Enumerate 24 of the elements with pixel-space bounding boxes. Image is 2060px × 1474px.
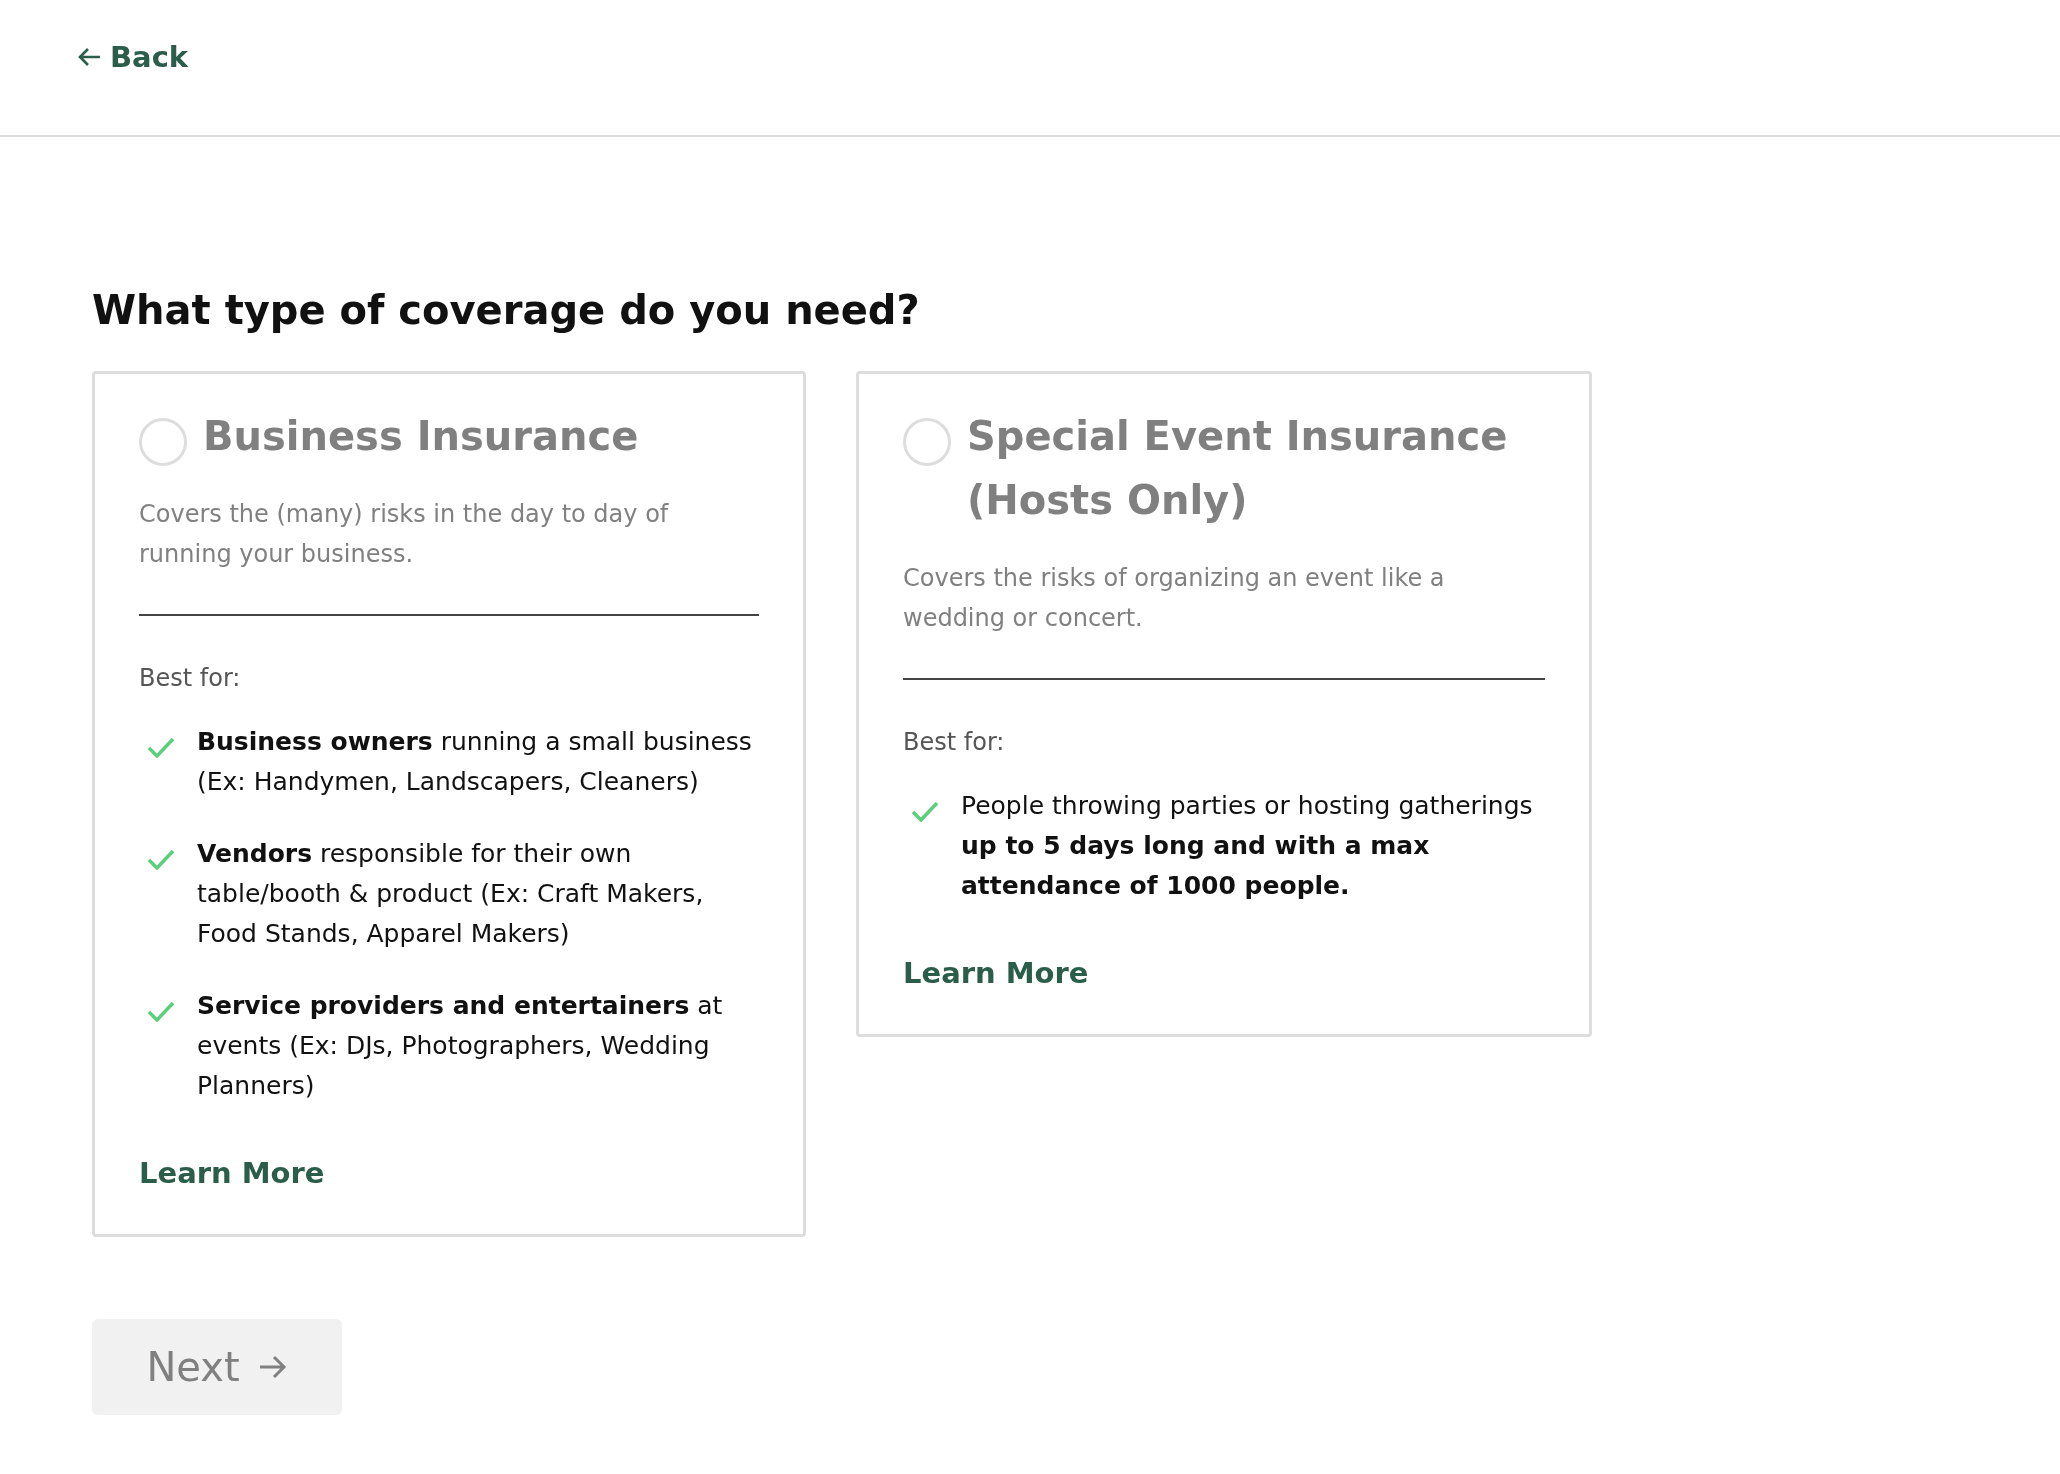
right-arrow-icon [257, 1354, 288, 1380]
best-for-label: Best for: [903, 728, 1006, 756]
checkmark-icon [147, 736, 175, 758]
benefit-text: Service providers and entertainers at events (Ex: DJs, Photographers, Wedding Planners) [197, 990, 724, 1102]
option-card[interactable] [856, 371, 1592, 1037]
checkmark-icon [911, 800, 939, 822]
radio-button[interactable] [139, 418, 187, 466]
page-heading: What type of coverage do you need? [92, 287, 921, 333]
left-arrow-icon [78, 47, 102, 67]
benefit-text: Vendors responsible for their own table/booth & product (Ex: Craft Makers, Food Stands, Apparel Makers) [197, 838, 705, 950]
option-description: Covers the (many) risks in the day to day of running your business. [139, 499, 670, 570]
learn-more-link[interactable]: Learn More [903, 956, 1089, 990]
checkmark-icon [147, 1000, 175, 1022]
back-link[interactable]: Back [78, 40, 189, 74]
option-title: Business Insurance [203, 412, 639, 461]
benefit-text: Business owners running a small business (Ex: Handymen, Landscapers, Cleaners) [197, 726, 753, 798]
learn-more-link[interactable]: Learn More [139, 1156, 325, 1190]
benefit-text: People throwing parties or hosting gatherings up to 5 days long and with a max attendance of 1000 people. [961, 790, 1534, 902]
option-title: Special Event Insurance (Hosts Only) [967, 412, 1509, 525]
option-description: Covers the risks of organizing an event like a wedding or concert. [903, 563, 1446, 634]
best-for-label: Best for: [139, 664, 242, 692]
option-card[interactable] [92, 371, 806, 1237]
checkmark-icon [147, 848, 175, 870]
radio-button[interactable] [903, 418, 951, 466]
